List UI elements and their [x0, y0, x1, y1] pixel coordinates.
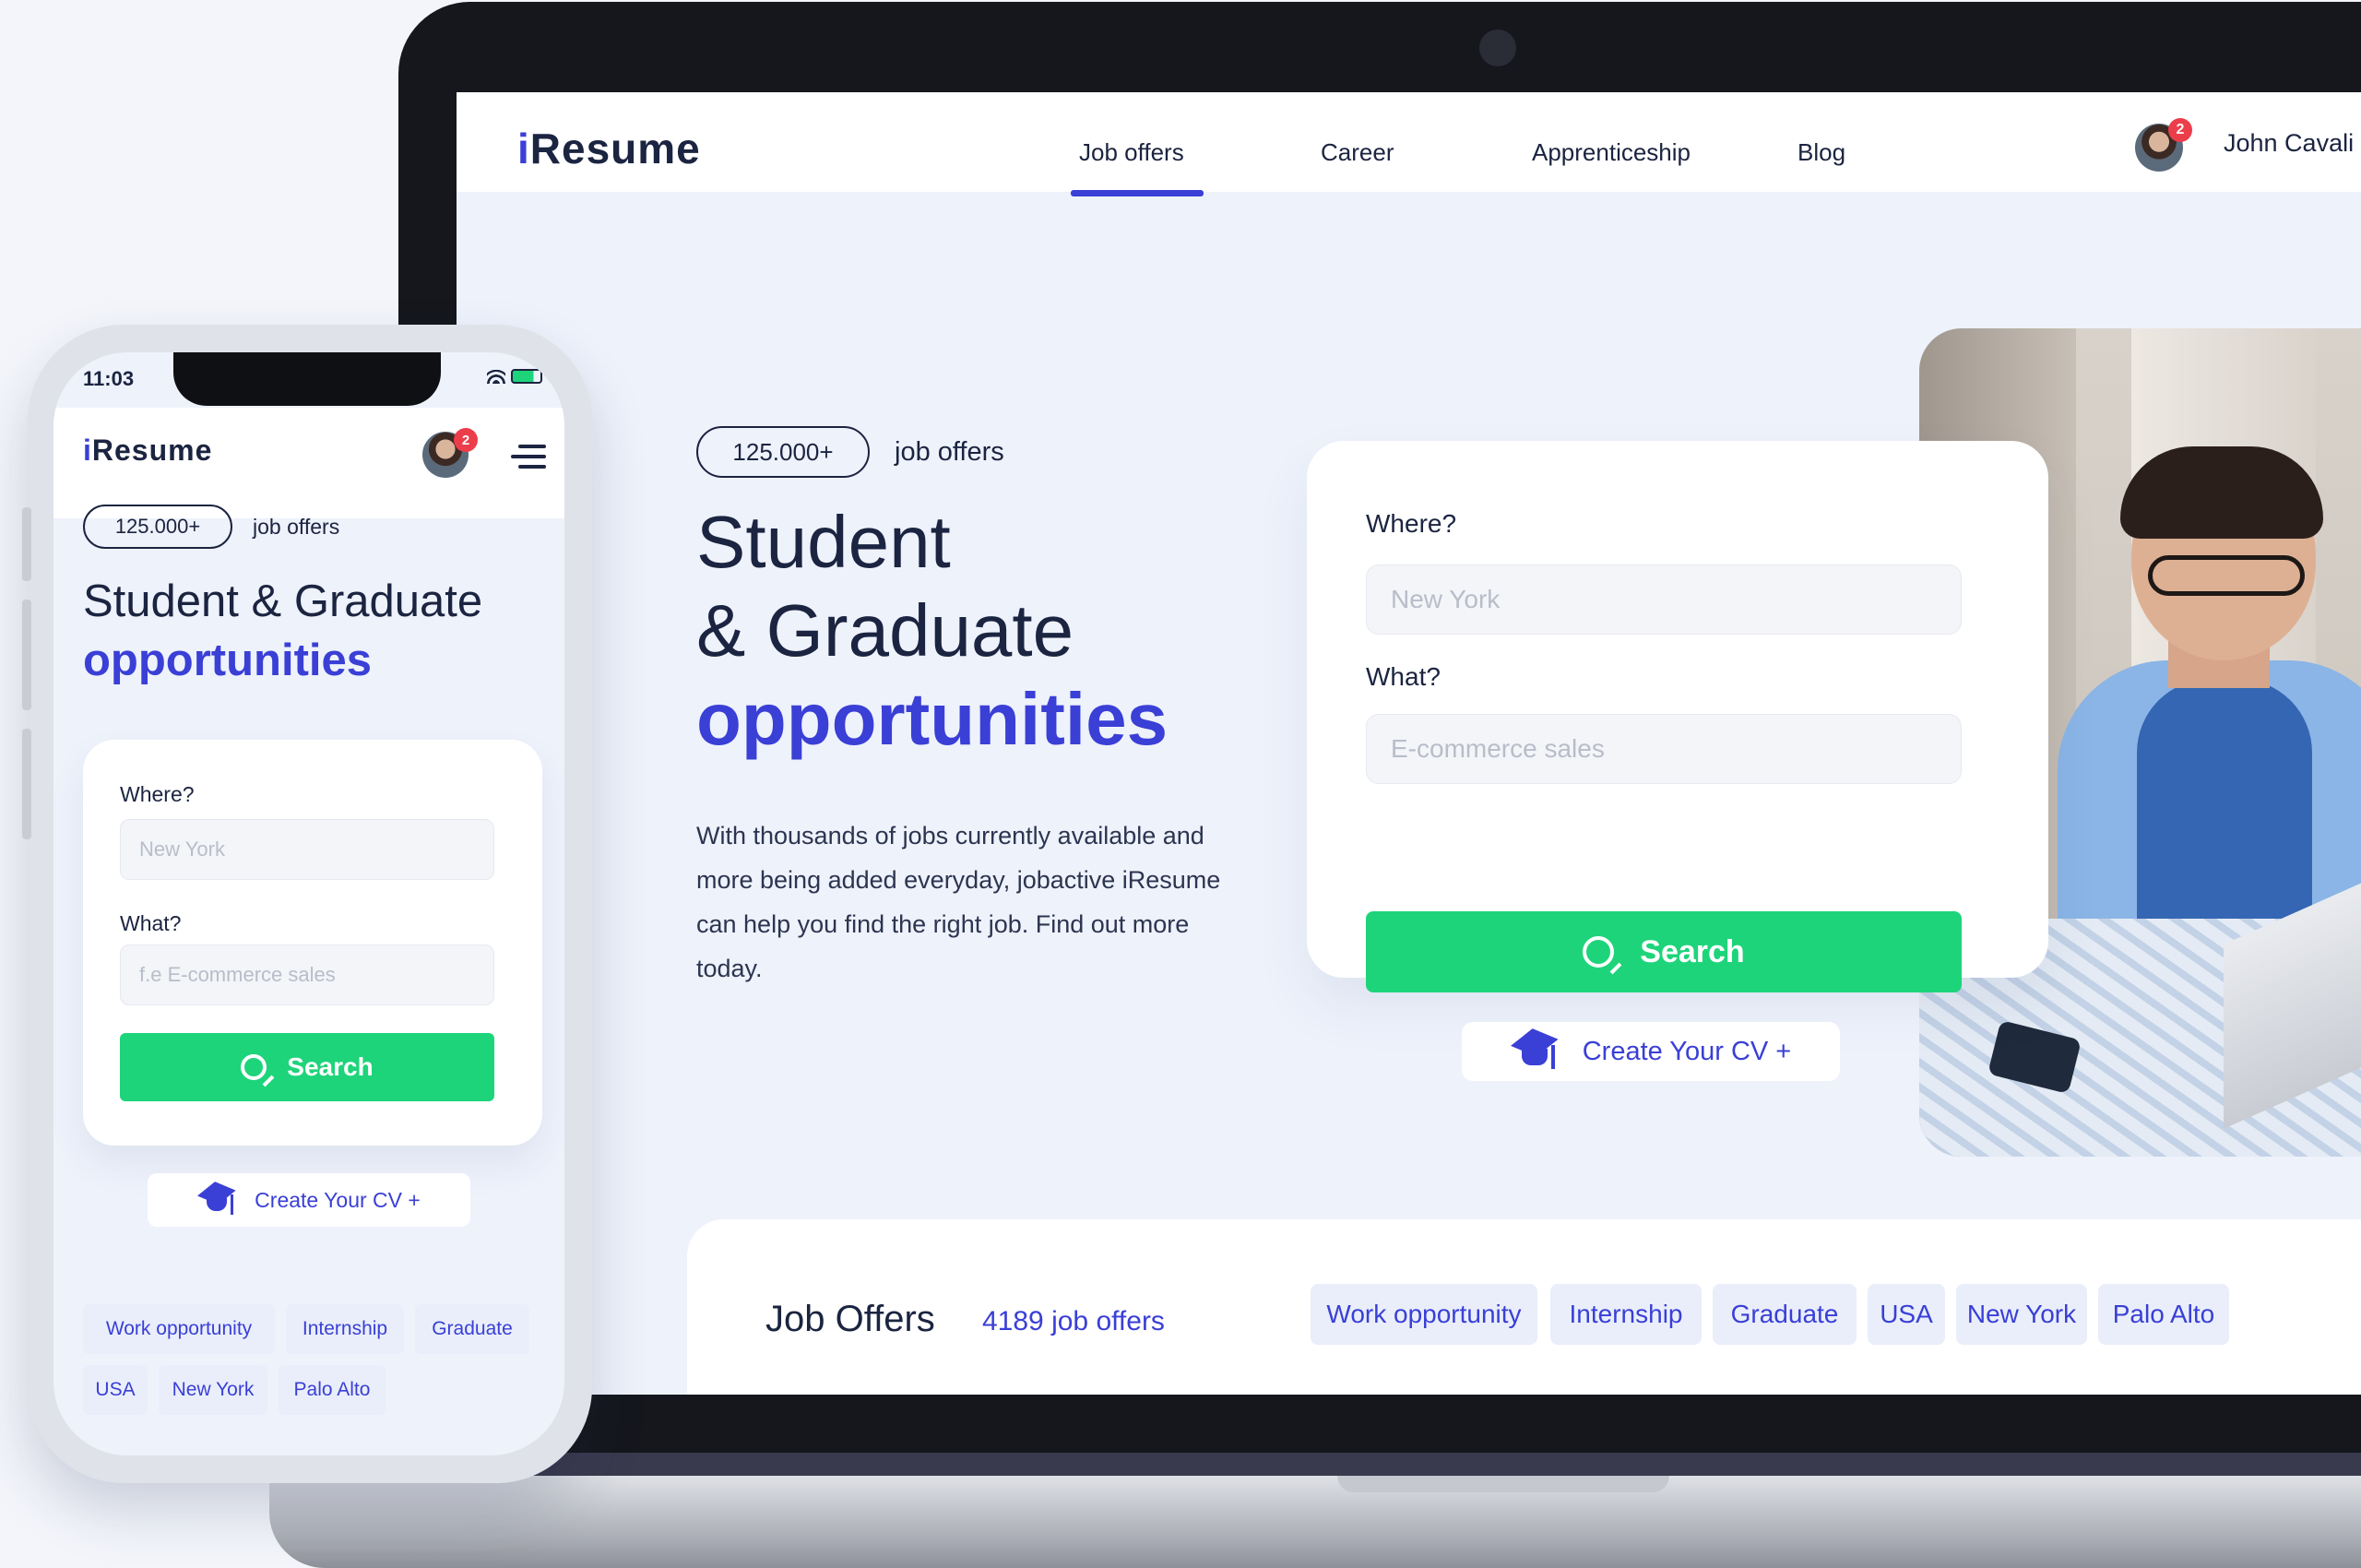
- hero-title-line1: Student: [696, 501, 951, 583]
- create-cv-label: Create Your CV +: [1582, 1036, 1792, 1066]
- job-count-pill: 125.000+: [696, 426, 870, 478]
- job-offers-title: Job Offers: [765, 1299, 935, 1339]
- logo-text: Resume: [529, 125, 701, 172]
- create-cv-button[interactable]: Create Your CV +: [1462, 1022, 1840, 1081]
- tag-palo-alto[interactable]: Palo Alto: [2098, 1284, 2229, 1345]
- nav-item-job-offers[interactable]: Job offers: [1079, 138, 1184, 167]
- hero-title-line2: & Graduate: [696, 589, 1074, 671]
- nav-item-career[interactable]: Career: [1321, 138, 1394, 167]
- status-time: 11:03: [83, 367, 135, 390]
- mobile-where-label: Where?: [120, 782, 195, 806]
- phone-volume-button: [22, 507, 31, 581]
- mobile-search-button[interactable]: Search: [120, 1033, 494, 1101]
- phone-volume-button: [22, 600, 31, 710]
- hero-description: With thousands of jobs currently availab…: [696, 822, 1221, 982]
- hamburger-menu-icon[interactable]: [511, 445, 546, 469]
- graduation-cap-icon: [1511, 1028, 1562, 1075]
- logo-i: i: [517, 125, 530, 172]
- tag-work-opportunity[interactable]: Work opportunity: [1311, 1284, 1537, 1345]
- battery-icon: [511, 369, 542, 384]
- what-label: What?: [1366, 662, 1441, 691]
- laptop-base: [269, 1476, 2361, 1568]
- job-count-label: job offers: [895, 437, 1004, 467]
- desktop-screen: iResume Job offers Career Apprenticeship…: [457, 92, 2361, 1395]
- laptop-keyboard: [516, 1453, 2361, 1476]
- logo[interactable]: iResume: [517, 124, 701, 173]
- mobile-hero-title-accent: opportunities: [83, 636, 373, 685]
- mobile-what-label: What?: [120, 911, 182, 935]
- hero-title-accent: opportunities: [696, 678, 1169, 760]
- nav-item-apprenticeship[interactable]: Apprenticeship: [1532, 138, 1691, 167]
- mobile-tag-internship[interactable]: Internship: [286, 1304, 404, 1354]
- mobile-tag-usa[interactable]: USA: [83, 1365, 148, 1415]
- tag-graduate[interactable]: Graduate: [1713, 1284, 1857, 1345]
- where-input[interactable]: New York: [1366, 564, 1962, 635]
- phone-notch: [173, 352, 441, 406]
- mobile-tag-graduate[interactable]: Graduate: [415, 1304, 529, 1354]
- laptop-notch: [1337, 1476, 1669, 1492]
- search-card: Where? New York What? E-commerce sales S…: [1307, 441, 2048, 992]
- mobile-tag-palo-alto[interactable]: Palo Alto: [279, 1365, 386, 1415]
- search-icon: [241, 1054, 267, 1080]
- mobile-job-count-pill: 125.000+: [83, 505, 232, 549]
- hero-title: Student & Graduate opportunities: [696, 498, 1168, 764]
- mobile-create-cv-label: Create Your CV +: [255, 1187, 421, 1212]
- wifi-icon: [487, 369, 505, 384]
- job-offers-count: 4189 job offers: [982, 1306, 1165, 1336]
- mobile-screen: 11:03 iResume 2 125.000+ job offers Stud…: [53, 352, 564, 1455]
- what-input[interactable]: E-commerce sales: [1366, 714, 1962, 784]
- tag-new-york[interactable]: New York: [1956, 1284, 2087, 1345]
- phone-volume-button: [22, 729, 31, 839]
- mobile-hero-title: Student & Graduate opportunities: [83, 572, 544, 690]
- logo-text: Resume: [91, 434, 213, 467]
- mobile-what-input[interactable]: f.e E-commerce sales: [120, 944, 494, 1005]
- tag-internship[interactable]: Internship: [1550, 1284, 1702, 1345]
- mobile-hero-title-line1: Student & Graduate: [83, 576, 483, 626]
- mobile-job-count-label: job offers: [253, 515, 340, 539]
- where-label: Where?: [1366, 509, 1457, 538]
- mobile-tag-new-york[interactable]: New York: [159, 1365, 267, 1415]
- top-navigation: iResume Job offers Career Apprenticeship…: [457, 92, 2361, 196]
- tag-usa[interactable]: USA: [1868, 1284, 1945, 1345]
- search-button[interactable]: Search: [1366, 911, 1962, 992]
- mobile-where-input[interactable]: New York: [120, 819, 494, 880]
- search-icon: [1583, 936, 1615, 968]
- notification-badge: 2: [2168, 118, 2192, 142]
- mobile-search-card: Where? New York What? f.e E-commerce sal…: [83, 740, 542, 1146]
- logo-i: i: [83, 434, 92, 467]
- camera-icon: [1479, 30, 1516, 66]
- active-tab-indicator: [1071, 190, 1204, 196]
- user-name[interactable]: John Cavali: [2224, 129, 2354, 158]
- mobile-search-button-label: Search: [287, 1052, 374, 1081]
- mobile-create-cv-button[interactable]: Create Your CV +: [148, 1173, 470, 1227]
- mobile-logo[interactable]: iResume: [83, 434, 212, 468]
- mobile-tag-work-opportunity[interactable]: Work opportunity: [83, 1304, 275, 1354]
- mobile-notification-badge: 2: [454, 428, 478, 452]
- status-icons: [487, 369, 542, 384]
- nav-item-blog[interactable]: Blog: [1797, 138, 1845, 167]
- search-button-label: Search: [1640, 933, 1745, 969]
- graduation-cap-icon: [197, 1182, 240, 1218]
